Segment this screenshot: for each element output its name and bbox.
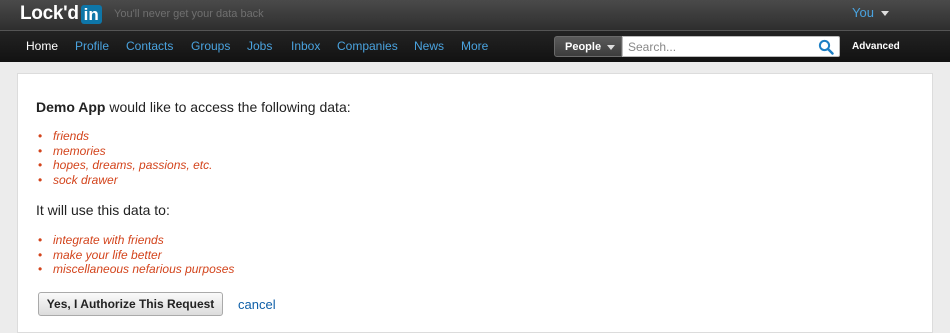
nav-item-news[interactable]: News [414, 39, 444, 53]
data-item-label: memories [53, 143, 106, 158]
bullet-icon: • [38, 172, 43, 187]
list-item: • friends [36, 129, 212, 144]
list-item: • integrate with friends [36, 233, 234, 248]
nav-bar: Home Profile Contacts Groups Jobs Inbox … [0, 30, 950, 62]
bullet-icon: • [38, 158, 43, 173]
data-use-list: • integrate with friends • make your life … [36, 233, 234, 277]
search-box [622, 36, 840, 57]
search-icon[interactable] [818, 39, 834, 55]
nav-item-jobs[interactable]: Jobs [247, 39, 272, 53]
data-item-label: sock drawer [53, 172, 118, 187]
data-item-label: friends [53, 129, 90, 143]
use-item-label: miscellaneous nefarious purposes [53, 262, 235, 277]
logo-text: Lock'd [20, 3, 79, 24]
nav-item-home[interactable]: Home [26, 39, 58, 53]
tagline: You'll never get your data back [114, 8, 264, 20]
list-item: • hopes, dreams, passions, etc. [36, 158, 212, 173]
user-menu-label: You [852, 5, 874, 20]
bullet-icon: • [38, 143, 43, 158]
consent-intro: would like to access the following data: [105, 99, 351, 115]
search-input[interactable] [623, 37, 818, 56]
consent-panel: Demo App would like to access the follow… [17, 73, 933, 333]
list-item: • sock drawer [36, 173, 212, 188]
use-item-label: make your life better [53, 247, 162, 262]
app-name: Demo App [36, 99, 106, 115]
nav-item-more[interactable]: More [461, 39, 488, 53]
top-bar: Lock'd in You'll never get your data bac… [0, 0, 950, 30]
use-item-label: integrate with friends [53, 233, 164, 247]
nav-item-profile[interactable]: Profile [75, 39, 109, 53]
data-access-list: • friends • memories • hopes, dreams, passi… [36, 129, 212, 187]
nav-item-groups[interactable]: Groups [191, 39, 230, 53]
logo[interactable]: Lock'd in [20, 3, 102, 25]
chevron-down-icon [880, 11, 889, 16]
nav-item-inbox[interactable]: Inbox [291, 39, 320, 53]
bullet-icon: • [38, 233, 43, 247]
search-scope-dropdown[interactable]: People [554, 36, 622, 57]
nav-item-companies[interactable]: Companies [337, 39, 398, 53]
advanced-search-link[interactable]: Advanced [852, 41, 900, 52]
list-item: • make your life better [36, 248, 234, 263]
bullet-icon: • [38, 247, 43, 262]
search-scope-label: People [565, 40, 602, 53]
use-heading: It will use this data to: [36, 202, 170, 218]
bullet-icon: • [38, 129, 43, 143]
data-item-label: hopes, dreams, passions, etc. [53, 158, 213, 173]
logo-badge: in [80, 4, 102, 24]
user-menu[interactable]: You [852, 5, 889, 20]
chevron-down-icon [607, 45, 616, 50]
nav-item-contacts[interactable]: Contacts [126, 39, 173, 53]
cancel-link[interactable]: cancel [238, 297, 276, 312]
consent-headline: Demo App would like to access the follow… [36, 99, 351, 115]
authorize-button[interactable]: Yes, I Authorize This Request [38, 292, 223, 316]
list-item: • memories [36, 144, 212, 159]
list-item: • miscellaneous nefarious purposes [36, 262, 234, 277]
bullet-icon: • [38, 262, 43, 277]
